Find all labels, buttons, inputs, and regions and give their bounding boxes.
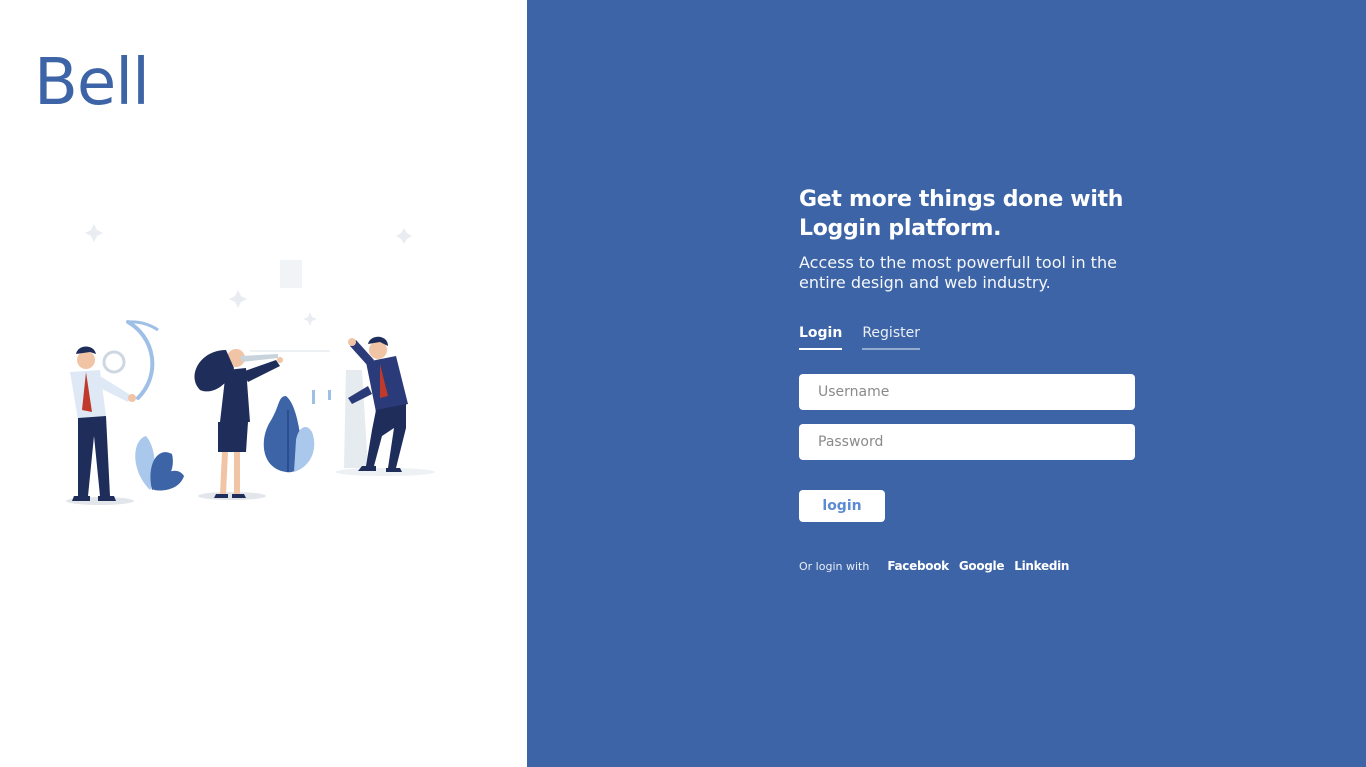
login-form-container: Get more things done with Loggin platfor… <box>799 185 1139 573</box>
login-button[interactable]: login <box>799 490 885 522</box>
headline-line-2: Loggin platform. <box>799 216 1002 241</box>
google-login-link[interactable]: Google <box>959 559 1005 573</box>
auth-tabs: Login Register <box>799 325 1139 350</box>
brand-logo: Bell <box>34 46 150 120</box>
facebook-login-link[interactable]: Facebook <box>887 559 949 573</box>
headline: Get more things done with Loggin platfor… <box>799 185 1139 243</box>
subheadline-line-2: entire design and web industry. <box>799 273 1051 292</box>
left-panel: Bell <box>0 0 527 767</box>
tab-register[interactable]: Register <box>862 325 920 350</box>
social-login-row: Or login with Facebook Google Linkedin <box>799 559 1139 573</box>
headline-line-1: Get more things done with <box>799 187 1124 212</box>
tab-login[interactable]: Login <box>799 325 843 350</box>
subheadline: Access to the most powerfull tool in the… <box>799 253 1139 293</box>
password-input[interactable] <box>799 424 1135 460</box>
social-login-label: Or login with <box>799 559 870 573</box>
login-panel: Get more things done with Loggin platfor… <box>527 0 1366 767</box>
linkedin-login-link[interactable]: Linkedin <box>1014 559 1069 573</box>
subheadline-line-1: Access to the most powerfull tool in the <box>799 253 1117 272</box>
team-collaboration-illustration <box>66 224 435 505</box>
login-page: Bell Get more things done with Loggin pl… <box>0 0 1366 767</box>
username-input[interactable] <box>799 374 1135 410</box>
